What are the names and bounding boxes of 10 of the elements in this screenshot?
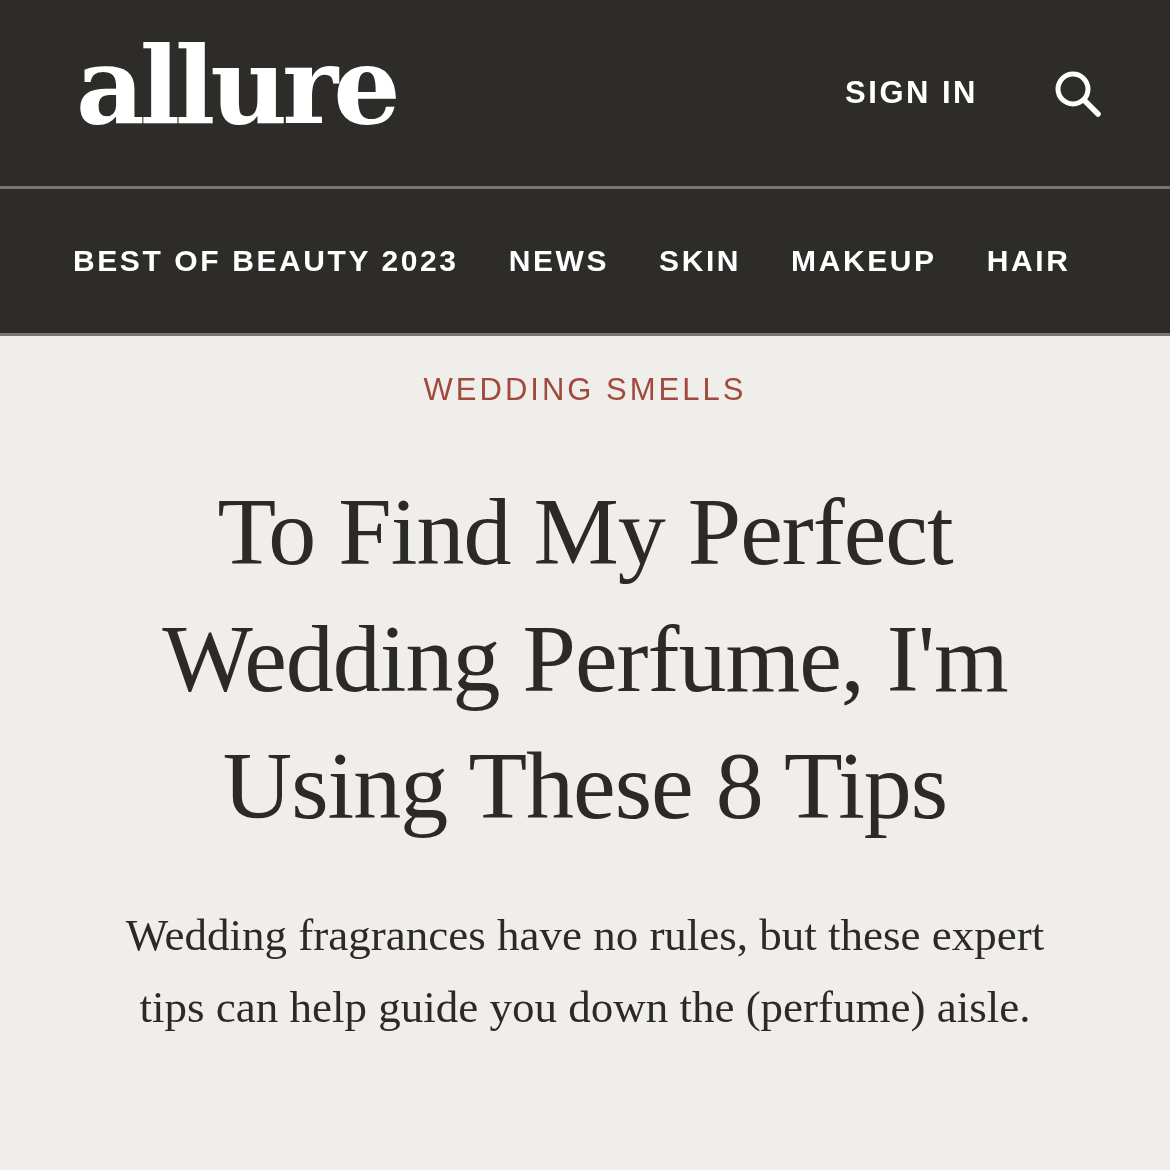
nav-link[interactable]: NEWS (508, 244, 610, 278)
nav-link[interactable]: SKIN (659, 244, 742, 278)
nav-link[interactable]: MAKEUP (791, 244, 937, 278)
article-headline: To Find My Perfect Wedding Perfume, I'm Using These 8 Tips (161, 477, 1009, 841)
sign-in-link[interactable]: SIGN IN (845, 75, 978, 111)
category-link[interactable]: WEDDING SMELLS (423, 372, 747, 408)
article-subtitle: Wedding fragrances have no rules, but these expert tips can help guide you down the (perfume) aisle. (124, 909, 1046, 1034)
nav-link[interactable]: HAIR (986, 244, 1071, 278)
site-logo[interactable]: allure (76, 33, 396, 139)
nav-link[interactable]: BEST OF BEAUTY 2023 (73, 244, 459, 278)
